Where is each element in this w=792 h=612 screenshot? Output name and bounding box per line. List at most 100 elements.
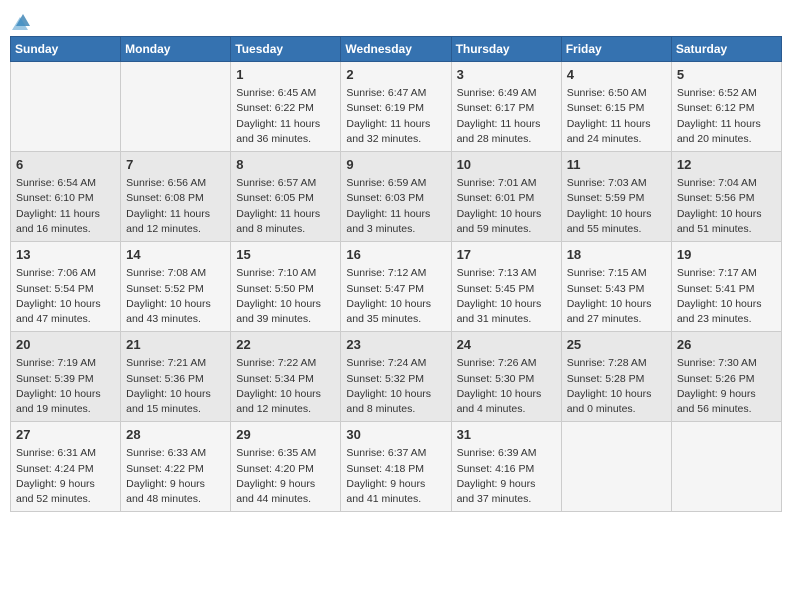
day-info: Sunrise: 6:45 AM Sunset: 6:22 PM Dayligh… bbox=[236, 86, 335, 147]
day-info: Sunrise: 7:22 AM Sunset: 5:34 PM Dayligh… bbox=[236, 356, 335, 417]
day-number: 28 bbox=[126, 426, 225, 444]
day-info: Sunrise: 7:03 AM Sunset: 5:59 PM Dayligh… bbox=[567, 176, 666, 237]
weekday-header: Wednesday bbox=[341, 37, 451, 62]
day-number: 16 bbox=[346, 246, 445, 264]
day-number: 8 bbox=[236, 156, 335, 174]
day-info: Sunrise: 7:19 AM Sunset: 5:39 PM Dayligh… bbox=[16, 356, 115, 417]
calendar-cell bbox=[121, 62, 231, 152]
day-number: 9 bbox=[346, 156, 445, 174]
day-info: Sunrise: 6:35 AM Sunset: 4:20 PM Dayligh… bbox=[236, 446, 335, 507]
weekday-header: Monday bbox=[121, 37, 231, 62]
calendar-cell: 23Sunrise: 7:24 AM Sunset: 5:32 PM Dayli… bbox=[341, 332, 451, 422]
calendar-cell: 12 Sunrise: 7:04 AM Sunset: 5:56 PM Dayli… bbox=[671, 152, 781, 242]
day-info: Sunrise: 7:30 AM Sunset: 5:26 PM Dayligh… bbox=[677, 356, 776, 417]
calendar-week-row: 13 Sunrise: 7:06 AM Sunset: 5:54 PM Dayli… bbox=[11, 242, 782, 332]
day-number: 18 bbox=[567, 246, 666, 264]
weekday-header: Tuesday bbox=[231, 37, 341, 62]
day-info: Sunrise: 7:10 AM Sunset: 5:50 PM Dayligh… bbox=[236, 266, 335, 327]
day-info: Sunrise: 7:15 AM Sunset: 5:43 PM Dayligh… bbox=[567, 266, 666, 327]
calendar-week-row: 6 Sunrise: 6:54 AM Sunset: 6:10 PM Daylig… bbox=[11, 152, 782, 242]
logo-icon bbox=[12, 12, 34, 30]
calendar-cell: 20 Sunrise: 7:19 AM Sunset: 5:39 PM Dayli… bbox=[11, 332, 121, 422]
calendar-cell: 22 Sunrise: 7:22 AM Sunset: 5:34 PM Dayli… bbox=[231, 332, 341, 422]
logo bbox=[10, 10, 34, 30]
calendar-cell: 24 Sunrise: 7:26 AM Sunset: 5:30 PM Dayli… bbox=[451, 332, 561, 422]
calendar-cell: 6 Sunrise: 6:54 AM Sunset: 6:10 PM Daylig… bbox=[11, 152, 121, 242]
day-number: 25 bbox=[567, 336, 666, 354]
day-number: 6 bbox=[16, 156, 115, 174]
day-info: Sunrise: 6:31 AM Sunset: 4:24 PM Dayligh… bbox=[16, 446, 115, 507]
calendar-week-row: 20 Sunrise: 7:19 AM Sunset: 5:39 PM Dayli… bbox=[11, 332, 782, 422]
calendar-cell: 18 Sunrise: 7:15 AM Sunset: 5:43 PM Dayli… bbox=[561, 242, 671, 332]
day-number: 20 bbox=[16, 336, 115, 354]
day-info: Sunrise: 7:21 AM Sunset: 5:36 PM Dayligh… bbox=[126, 356, 225, 417]
day-number: 13 bbox=[16, 246, 115, 264]
calendar-cell bbox=[671, 422, 781, 512]
day-number: 7 bbox=[126, 156, 225, 174]
calendar-cell: 27 Sunrise: 6:31 AM Sunset: 4:24 PM Dayli… bbox=[11, 422, 121, 512]
day-number: 17 bbox=[457, 246, 556, 264]
day-number: 14 bbox=[126, 246, 225, 264]
day-info: Sunrise: 7:26 AM Sunset: 5:30 PM Dayligh… bbox=[457, 356, 556, 417]
day-info: Sunrise: 7:17 AM Sunset: 5:41 PM Dayligh… bbox=[677, 266, 776, 327]
calendar-week-row: 27 Sunrise: 6:31 AM Sunset: 4:24 PM Dayli… bbox=[11, 422, 782, 512]
day-number: 31 bbox=[457, 426, 556, 444]
weekday-header: Sunday bbox=[11, 37, 121, 62]
calendar-cell: 19 Sunrise: 7:17 AM Sunset: 5:41 PM Dayli… bbox=[671, 242, 781, 332]
day-number: 11 bbox=[567, 156, 666, 174]
calendar-cell: 15 Sunrise: 7:10 AM Sunset: 5:50 PM Dayli… bbox=[231, 242, 341, 332]
calendar-cell: 9Sunrise: 6:59 AM Sunset: 6:03 PM Daylig… bbox=[341, 152, 451, 242]
day-info: Sunrise: 7:12 AM Sunset: 5:47 PM Dayligh… bbox=[346, 266, 445, 327]
day-info: Sunrise: 6:56 AM Sunset: 6:08 PM Dayligh… bbox=[126, 176, 225, 237]
day-info: Sunrise: 7:13 AM Sunset: 5:45 PM Dayligh… bbox=[457, 266, 556, 327]
calendar-cell: 25 Sunrise: 7:28 AM Sunset: 5:28 PM Dayli… bbox=[561, 332, 671, 422]
day-number: 24 bbox=[457, 336, 556, 354]
calendar-cell: 3 Sunrise: 6:49 AM Sunset: 6:17 PM Daylig… bbox=[451, 62, 561, 152]
day-info: Sunrise: 6:49 AM Sunset: 6:17 PM Dayligh… bbox=[457, 86, 556, 147]
calendar-cell: 28 Sunrise: 6:33 AM Sunset: 4:22 PM Dayli… bbox=[121, 422, 231, 512]
page-header bbox=[10, 10, 782, 30]
day-number: 21 bbox=[126, 336, 225, 354]
day-number: 29 bbox=[236, 426, 335, 444]
day-number: 19 bbox=[677, 246, 776, 264]
calendar-cell: 31 Sunrise: 6:39 AM Sunset: 4:16 PM Dayli… bbox=[451, 422, 561, 512]
calendar-cell: 11 Sunrise: 7:03 AM Sunset: 5:59 PM Dayli… bbox=[561, 152, 671, 242]
day-number: 5 bbox=[677, 66, 776, 84]
calendar-cell: 30Sunrise: 6:37 AM Sunset: 4:18 PM Dayli… bbox=[341, 422, 451, 512]
calendar-cell: 21 Sunrise: 7:21 AM Sunset: 5:36 PM Dayli… bbox=[121, 332, 231, 422]
calendar-cell: 4Sunrise: 6:50 AM Sunset: 6:15 PM Daylig… bbox=[561, 62, 671, 152]
day-info: Sunrise: 7:28 AM Sunset: 5:28 PM Dayligh… bbox=[567, 356, 666, 417]
day-info: Sunrise: 6:33 AM Sunset: 4:22 PM Dayligh… bbox=[126, 446, 225, 507]
calendar-cell: 17 Sunrise: 7:13 AM Sunset: 5:45 PM Dayli… bbox=[451, 242, 561, 332]
day-number: 10 bbox=[457, 156, 556, 174]
day-number: 12 bbox=[677, 156, 776, 174]
day-info: Sunrise: 6:52 AM Sunset: 6:12 PM Dayligh… bbox=[677, 86, 776, 147]
calendar-cell: 13 Sunrise: 7:06 AM Sunset: 5:54 PM Dayli… bbox=[11, 242, 121, 332]
calendar-cell: 16 Sunrise: 7:12 AM Sunset: 5:47 PM Dayli… bbox=[341, 242, 451, 332]
day-info: Sunrise: 7:06 AM Sunset: 5:54 PM Dayligh… bbox=[16, 266, 115, 327]
day-info: Sunrise: 6:50 AM Sunset: 6:15 PM Dayligh… bbox=[567, 86, 666, 147]
day-number: 3 bbox=[457, 66, 556, 84]
day-info: Sunrise: 6:57 AM Sunset: 6:05 PM Dayligh… bbox=[236, 176, 335, 237]
day-number: 2 bbox=[346, 66, 445, 84]
day-number: 15 bbox=[236, 246, 335, 264]
calendar-cell: 29 Sunrise: 6:35 AM Sunset: 4:20 PM Dayli… bbox=[231, 422, 341, 512]
weekday-header: Thursday bbox=[451, 37, 561, 62]
calendar-cell: 26Sunrise: 7:30 AM Sunset: 5:26 PM Dayli… bbox=[671, 332, 781, 422]
day-number: 1 bbox=[236, 66, 335, 84]
day-info: Sunrise: 7:04 AM Sunset: 5:56 PM Dayligh… bbox=[677, 176, 776, 237]
day-info: Sunrise: 7:08 AM Sunset: 5:52 PM Dayligh… bbox=[126, 266, 225, 327]
calendar-week-row: 1 Sunrise: 6:45 AM Sunset: 6:22 PM Daylig… bbox=[11, 62, 782, 152]
calendar-cell: 7 Sunrise: 6:56 AM Sunset: 6:08 PM Daylig… bbox=[121, 152, 231, 242]
calendar-cell: 5 Sunrise: 6:52 AM Sunset: 6:12 PM Daylig… bbox=[671, 62, 781, 152]
calendar-cell: 1 Sunrise: 6:45 AM Sunset: 6:22 PM Daylig… bbox=[231, 62, 341, 152]
day-info: Sunrise: 6:37 AM Sunset: 4:18 PM Dayligh… bbox=[346, 446, 445, 507]
day-number: 22 bbox=[236, 336, 335, 354]
calendar-cell bbox=[11, 62, 121, 152]
day-info: Sunrise: 6:39 AM Sunset: 4:16 PM Dayligh… bbox=[457, 446, 556, 507]
weekday-header: Saturday bbox=[671, 37, 781, 62]
calendar-cell: 14 Sunrise: 7:08 AM Sunset: 5:52 PM Dayli… bbox=[121, 242, 231, 332]
calendar-cell: 10Sunrise: 7:01 AM Sunset: 6:01 PM Dayli… bbox=[451, 152, 561, 242]
day-number: 27 bbox=[16, 426, 115, 444]
day-info: Sunrise: 6:54 AM Sunset: 6:10 PM Dayligh… bbox=[16, 176, 115, 237]
